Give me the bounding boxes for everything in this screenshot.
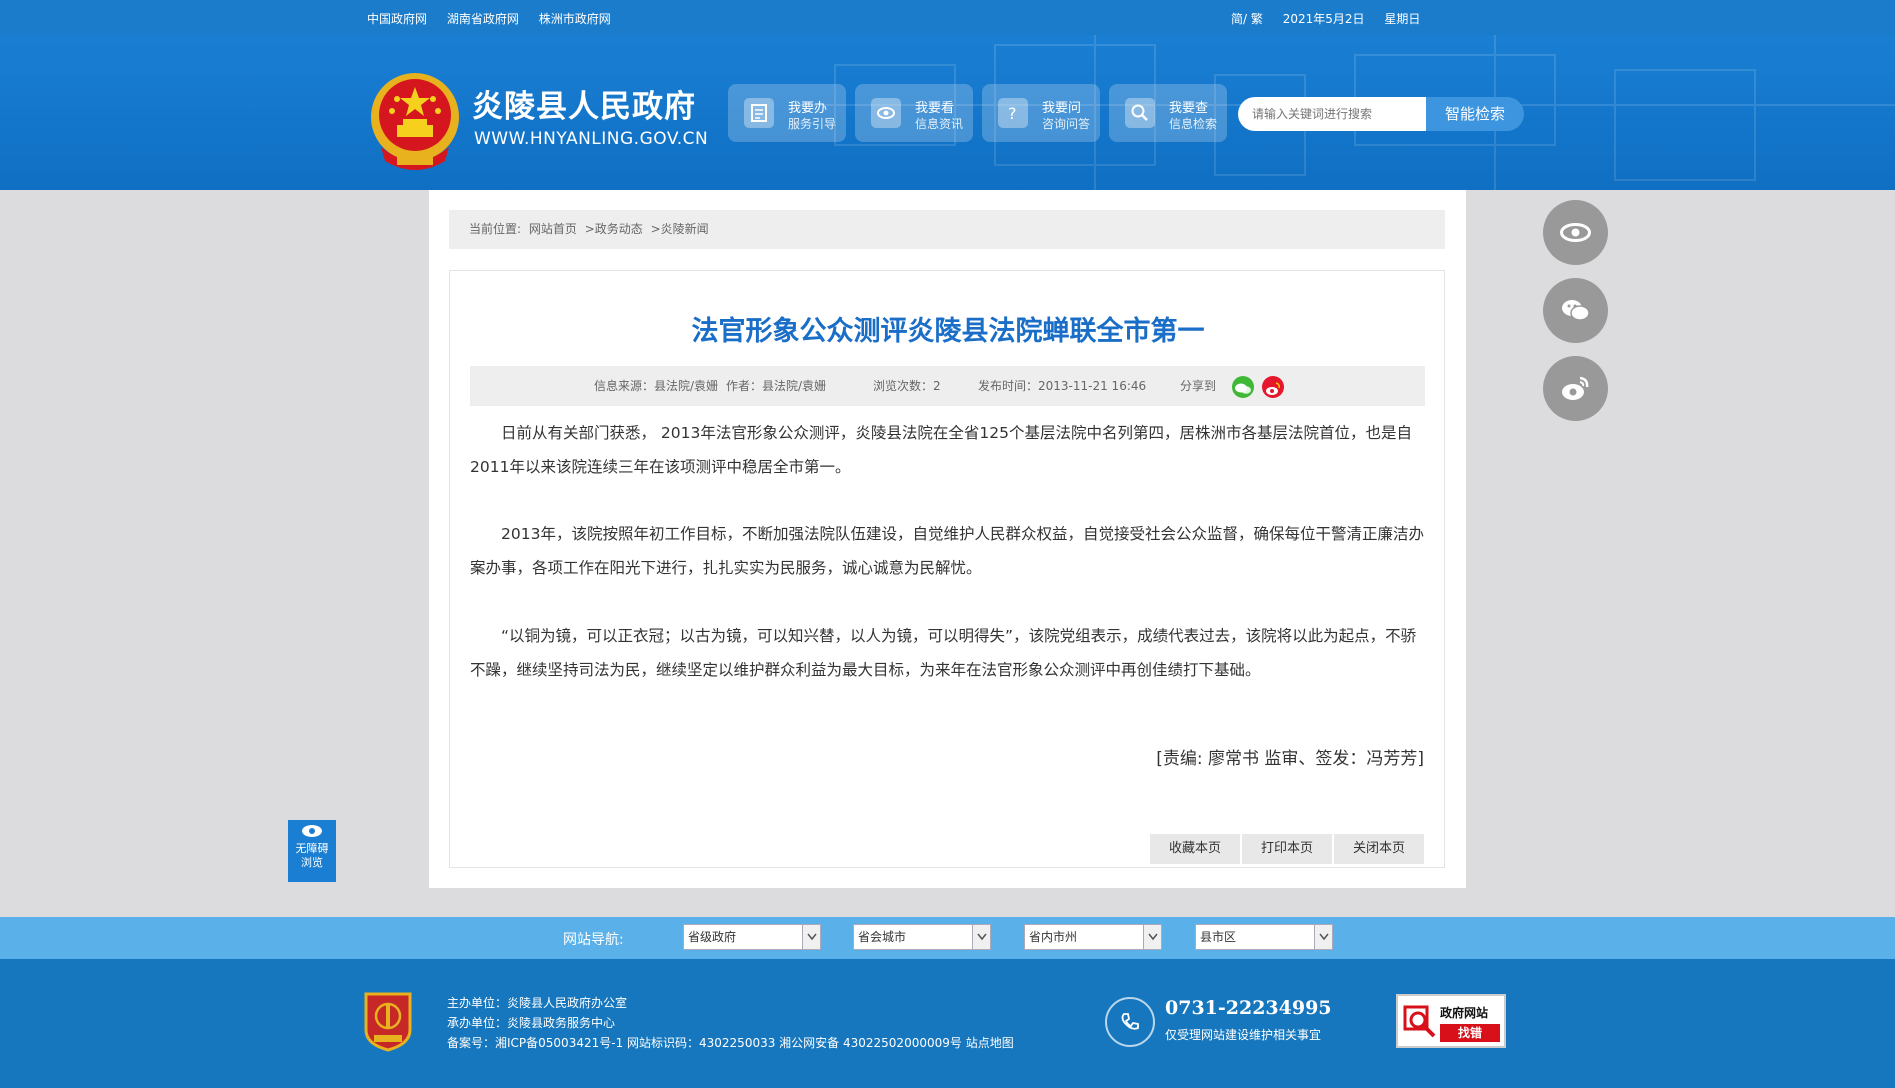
top-link-hunan[interactable]: 湖南省政府网 <box>447 12 519 26</box>
accessibility-label-2: 浏览 <box>301 856 323 869</box>
site-footer: 主办单位：炎陵县人民政府办公室 承办单位：炎陵县政务服务中心 备案号：湘ICP备… <box>0 959 1895 1088</box>
breadcrumb-gov-news[interactable]: >政务动态 <box>585 222 643 236</box>
current-date: 2021年5月2日 <box>1282 12 1365 26</box>
chevron-down-icon <box>1143 925 1161 949</box>
gov-site-error-report-button[interactable]: 政府网站 找错 <box>1396 994 1506 1048</box>
breadcrumb-yanling-news[interactable]: >炎陵新闻 <box>651 222 709 236</box>
footer-operator: 承办单位：炎陵县政务服务中心 <box>447 1016 616 1030</box>
article-meta: 信息来源：县法院/袁姗 作者：县法院/袁姗 浏览次数：2 发布时间：2013-1… <box>470 366 1425 406</box>
eye-icon <box>1560 223 1591 242</box>
bookmark-page-button[interactable]: 收藏本页 <box>1150 834 1240 864</box>
main-panel: 当前位置: 网站首页 >政务动态 >炎陵新闻 法官形象公众测评炎陵县法院蝉联全市… <box>429 190 1466 888</box>
magnifier-icon <box>1403 1005 1436 1038</box>
svg-text:?: ? <box>1008 104 1017 123</box>
accessibility-label-1: 无障碍 <box>295 842 329 855</box>
breadcrumb-prefix: 当前位置: <box>469 222 522 236</box>
search-icon <box>1125 98 1155 128</box>
phone-icon <box>1105 997 1155 1047</box>
quick-button-title: 我要查 <box>1169 101 1209 116</box>
select-value: 省级政府 <box>688 930 737 944</box>
close-page-button[interactable]: 关闭本页 <box>1334 834 1424 864</box>
top-right: 简/ 繁 2021年5月2日 星期日 <box>1231 10 1436 27</box>
side-eye-button[interactable] <box>1543 200 1608 265</box>
meta-published: 发布时间：2013-11-21 16:46 <box>978 379 1147 393</box>
meta-views: 浏览次数：2 <box>873 379 941 393</box>
national-emblem-icon <box>371 73 459 170</box>
eye-icon <box>302 825 322 837</box>
select-provincial-gov[interactable]: 省级政府 <box>683 924 821 950</box>
quick-button-search[interactable]: 我要查 信息检索 <box>1109 84 1227 142</box>
article-container: 法官形象公众测评炎陵县法院蝉联全市第一 信息来源：县法院/袁姗 作者：县法院/袁… <box>449 270 1445 868</box>
top-link-zhuzhou[interactable]: 株洲市政府网 <box>539 12 611 26</box>
article-paragraph: 日前从有关部门获悉， 2013年法官形象公众测评，炎陵县法院在全省125个基层法… <box>470 424 1412 476</box>
top-links: 中国政府网 湖南省政府网 株洲市政府网 <box>367 10 627 27</box>
footer-phone-note: 仅受理网站建设维护相关事宜 <box>1165 1028 1322 1042</box>
error-report-title: 政府网站 <box>1440 1006 1489 1020</box>
site-navigation-label: 网站导航: <box>563 932 624 948</box>
error-report-action: 找错 <box>1440 1024 1500 1042</box>
article-editor: [责编: 廖常书 监审、签发：冯芳芳] <box>1156 749 1424 769</box>
meta-source: 信息来源：县法院/袁姗 <box>594 379 719 393</box>
quick-button-title: 我要办 <box>788 101 828 116</box>
top-bar: 中国政府网 湖南省政府网 株洲市政府网 简/ 繁 2021年5月2日 星期日 <box>0 0 1895 35</box>
select-counties[interactable]: 县市区 <box>1195 924 1333 950</box>
article-paragraph: “以铜为镜，可以正衣冠；以古为镜，可以知兴替，以人为镜，可以明得失”，该院党组表… <box>470 627 1417 679</box>
party-government-badge-icon[interactable] <box>362 990 414 1052</box>
footer-info: 主办单位：炎陵县人民政府办公室 承办单位：炎陵县政务服务中心 备案号：湘ICP备… <box>447 993 1014 1053</box>
quick-button-info[interactable]: 我要看 信息资讯 <box>855 84 973 142</box>
weibo-share-icon[interactable] <box>1262 376 1284 398</box>
current-weekday: 星期日 <box>1384 12 1421 26</box>
side-weibo-button[interactable] <box>1543 356 1608 421</box>
chevron-down-icon <box>802 925 820 949</box>
select-value: 省内市州 <box>1029 930 1078 944</box>
article-paragraph: 2013年，该院按照年初工作目标，不断加强法院队伍建设，自觉维护人民群众权益，自… <box>470 525 1424 577</box>
search-input[interactable] <box>1238 97 1426 131</box>
select-provincial-capitals[interactable]: 省会城市 <box>853 924 991 950</box>
weibo-icon <box>1562 376 1589 400</box>
quick-button-subtitle: 咨询问答 <box>1042 117 1091 131</box>
accessibility-button[interactable]: 无障碍 浏览 <box>288 820 336 882</box>
footer-phone: 0731-22234995 <box>1165 997 1332 1019</box>
select-value: 省会城市 <box>858 930 907 944</box>
print-page-button[interactable]: 打印本页 <box>1242 834 1332 864</box>
wechat-icon <box>1562 300 1590 321</box>
quick-button-service[interactable]: 我要办 服务引导 <box>728 84 846 142</box>
select-cities-in-province[interactable]: 省内市州 <box>1024 924 1162 950</box>
site-header: 炎陵县人民政府 WWW.HNYANLING.GOV.CN 我要办 服务引导 我要… <box>0 35 1895 190</box>
quick-button-title: 我要看 <box>915 101 955 116</box>
footer-record[interactable]: 备案号：湘ICP备05003421号-1 网站标识码：4302250033 湘公… <box>447 1033 1014 1053</box>
meta-share-label: 分享到 <box>1180 379 1217 393</box>
quick-button-subtitle: 信息资讯 <box>915 117 964 131</box>
document-icon <box>744 98 774 128</box>
breadcrumb: 当前位置: 网站首页 >政务动态 >炎陵新闻 <box>449 210 1445 249</box>
breadcrumb-home[interactable]: 网站首页 <box>529 222 577 236</box>
quick-button-subtitle: 信息检索 <box>1169 117 1218 131</box>
select-value: 县市区 <box>1200 930 1237 944</box>
site-title[interactable]: 炎陵县人民政府 <box>472 81 696 126</box>
chevron-down-icon <box>972 925 990 949</box>
quick-button-title: 我要问 <box>1042 101 1082 116</box>
side-wechat-button[interactable] <box>1543 278 1608 343</box>
footer-host: 主办单位：炎陵县人民政府办公室 <box>447 996 628 1010</box>
smart-search-button[interactable]: 智能检索 <box>1426 97 1524 131</box>
quick-button-subtitle: 服务引导 <box>788 117 837 131</box>
wechat-share-icon[interactable] <box>1232 376 1254 398</box>
site-navigation-bar: 网站导航: 省级政府 省会城市 省内市州 县市区 <box>0 917 1895 959</box>
site-domain: WWW.HNYANLING.GOV.CN <box>474 129 709 149</box>
article-title: 法官形象公众测评炎陵县法院蝉联全市第一 <box>691 316 1205 347</box>
article-actions: 收藏本页 打印本页 关闭本页 <box>1148 834 1424 864</box>
meta-author: 作者：县法院/袁姗 <box>726 379 827 393</box>
top-link-gov-cn[interactable]: 中国政府网 <box>367 12 427 26</box>
question-icon: ? <box>998 98 1028 128</box>
eye-icon <box>871 98 901 128</box>
quick-button-ask[interactable]: ? 我要问 咨询问答 <box>982 84 1100 142</box>
language-toggle[interactable]: 简/ 繁 <box>1231 12 1263 26</box>
chevron-down-icon <box>1314 925 1332 949</box>
